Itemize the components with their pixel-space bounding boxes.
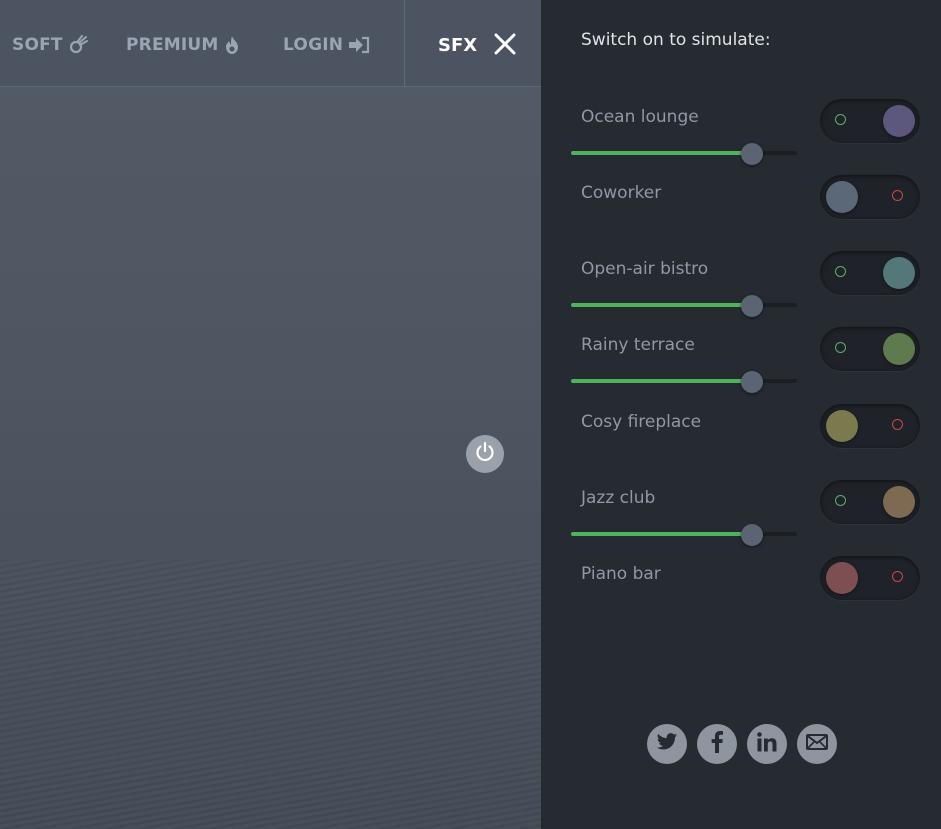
- slider-fill: [571, 379, 752, 383]
- slider-fill: [571, 151, 752, 155]
- sound-row-cosy-fireplace: Cosy fireplace: [541, 404, 941, 464]
- nav-premium-label: PREMIUM: [126, 35, 219, 55]
- status-ring: [835, 495, 846, 506]
- sound-label: Open-air bistro: [581, 259, 709, 279]
- sound-toggle[interactable]: [820, 404, 920, 448]
- mail-icon: [806, 734, 828, 754]
- nav-soft-label: SOFT: [12, 35, 63, 55]
- sound-label: Ocean lounge: [581, 107, 699, 127]
- flame-icon: [224, 35, 240, 55]
- volume-slider[interactable]: [571, 143, 797, 165]
- volume-slider[interactable]: [571, 295, 797, 317]
- nav-login-label: LOGIN: [283, 35, 344, 55]
- status-ring: [835, 266, 846, 277]
- power-icon: [474, 441, 496, 467]
- toggle-knob: [883, 486, 915, 518]
- panel-heading: Switch on to simulate:: [581, 30, 771, 50]
- nav-premium[interactable]: PREMIUM: [126, 31, 240, 59]
- slider-thumb[interactable]: [740, 371, 763, 393]
- background-image: [0, 560, 541, 829]
- sound-toggle[interactable]: [820, 175, 920, 219]
- sound-row-rainy-terrace: Rainy terrace: [541, 327, 941, 393]
- comet-icon: [68, 35, 88, 55]
- linkedin-button[interactable]: [747, 724, 787, 764]
- sound-label: Coworker: [581, 183, 662, 203]
- sound-label: Jazz club: [581, 488, 656, 508]
- toggle-knob: [883, 105, 915, 137]
- nav-divider: [404, 0, 405, 87]
- sign-in-icon: [348, 36, 370, 54]
- sound-toggle[interactable]: [820, 251, 920, 295]
- toggle-knob: [883, 333, 915, 365]
- sound-toggle[interactable]: [820, 99, 920, 143]
- close-icon[interactable]: [492, 31, 518, 57]
- main-area: SOFT PREMIUM LOGIN SFX: [0, 0, 541, 829]
- linkedin-icon: [757, 732, 777, 756]
- status-ring: [892, 571, 903, 582]
- sfx-panel: Switch on to simulate: Ocean lounge Cowo…: [541, 0, 941, 829]
- toggle-knob: [883, 257, 915, 289]
- slider-fill: [571, 532, 752, 536]
- twitter-button[interactable]: [647, 724, 687, 764]
- slider-thumb[interactable]: [740, 295, 763, 317]
- slider-thumb[interactable]: [740, 143, 763, 165]
- toggle-knob: [826, 181, 858, 213]
- status-ring: [835, 342, 846, 353]
- power-button[interactable]: [466, 435, 504, 473]
- nav-soft[interactable]: SOFT: [12, 31, 88, 59]
- sound-label: Rainy terrace: [581, 335, 695, 355]
- volume-slider[interactable]: [571, 371, 797, 393]
- volume-slider[interactable]: [571, 524, 797, 546]
- twitter-icon: [656, 732, 678, 756]
- sound-row-piano-bar: Piano bar: [541, 556, 941, 616]
- top-nav-bar: SOFT PREMIUM LOGIN SFX: [0, 0, 541, 87]
- slider-thumb[interactable]: [740, 524, 763, 546]
- sfx-label[interactable]: SFX: [438, 31, 477, 59]
- sound-label: Cosy fireplace: [581, 412, 702, 432]
- nav-login[interactable]: LOGIN: [283, 31, 370, 59]
- app-root: SOFT PREMIUM LOGIN SFX Switch on to simu…: [0, 0, 941, 829]
- slider-fill: [571, 303, 752, 307]
- sound-row-ocean-lounge: Ocean lounge: [541, 99, 941, 165]
- sound-toggle[interactable]: [820, 556, 920, 600]
- facebook-icon: [711, 731, 723, 757]
- status-ring: [892, 190, 903, 201]
- status-ring: [892, 419, 903, 430]
- sound-label: Piano bar: [581, 564, 661, 584]
- sound-toggle[interactable]: [820, 327, 920, 371]
- sound-row-coworker: Coworker: [541, 175, 941, 235]
- toggle-knob: [826, 562, 858, 594]
- sound-toggle[interactable]: [820, 480, 920, 524]
- sound-row-jazz-club: Jazz club: [541, 480, 941, 546]
- facebook-button[interactable]: [697, 724, 737, 764]
- mail-button[interactable]: [797, 724, 837, 764]
- toggle-knob: [826, 410, 858, 442]
- sound-row-open-air-bistro: Open-air bistro: [541, 251, 941, 317]
- status-ring: [835, 114, 846, 125]
